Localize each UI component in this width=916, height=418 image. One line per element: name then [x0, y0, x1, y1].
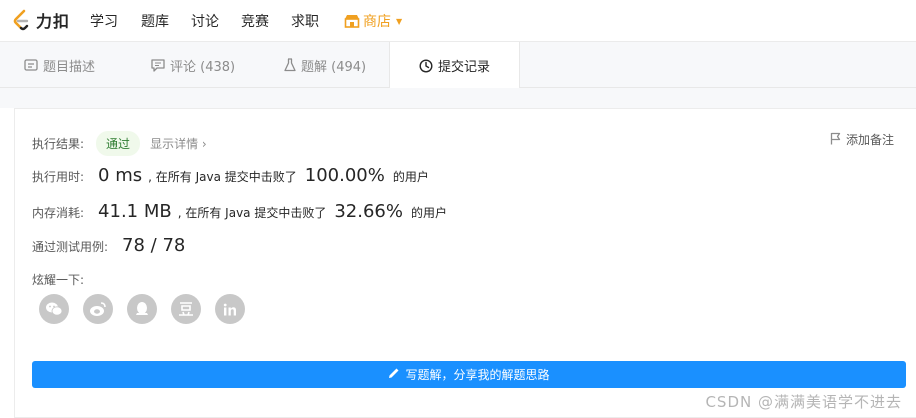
- nav-item-shop[interactable]: 商店 ▼: [344, 11, 402, 31]
- store-icon: [344, 14, 360, 28]
- tab-solutions[interactable]: 题解 (494): [284, 42, 366, 88]
- memory-row: 内存消耗: 41.1 MB , 在所有 Java 提交中击败了 32.66% 的…: [32, 201, 447, 222]
- tests-label: 通过测试用例:: [32, 240, 109, 254]
- runtime-row: 执行用时: 0 ms , 在所有 Java 提交中击败了 100.00% 的用户: [32, 165, 429, 186]
- share-wechat-button[interactable]: [39, 294, 69, 324]
- share-weibo-button[interactable]: [83, 294, 113, 324]
- nav-item-jobs[interactable]: 求职: [291, 11, 319, 31]
- share-linkedin-button[interactable]: [215, 294, 245, 324]
- nav-item-discuss[interactable]: 讨论: [191, 11, 219, 31]
- flag-icon: [830, 132, 841, 148]
- logo-icon: [12, 9, 32, 31]
- clock-icon: [419, 58, 433, 73]
- tab-submissions[interactable]: 提交记录: [389, 42, 520, 89]
- content-gap: [0, 88, 916, 108]
- pencil-icon: [388, 367, 400, 382]
- add-note-label: 添加备注: [845, 133, 894, 147]
- weibo-icon: [89, 301, 107, 317]
- nav-item-learn[interactable]: 学习: [90, 11, 118, 31]
- nav-item-contest[interactable]: 竞赛: [241, 11, 269, 31]
- exec-result-row: 执行结果: 通过 显示详情 ›: [32, 131, 207, 156]
- runtime-text: , 在所有 Java 提交中击败了: [148, 170, 297, 184]
- memory-suffix: 的用户: [410, 206, 447, 220]
- tab-description[interactable]: 题目描述: [24, 42, 95, 88]
- brand-name: 力扣: [36, 12, 71, 31]
- qq-icon: [135, 301, 149, 317]
- shop-label: 商店: [363, 14, 391, 30]
- show-details-link[interactable]: 显示详情 ›: [150, 135, 207, 152]
- memory-percentile: 32.66%: [334, 201, 403, 222]
- leetcode-logo[interactable]: 力扣: [12, 6, 70, 34]
- nav-item-problems[interactable]: 题库: [141, 11, 169, 31]
- add-note-button[interactable]: 添加备注: [830, 131, 894, 148]
- top-nav: 力扣 学习 题库 讨论 竞赛 求职 商店 ▼: [0, 0, 916, 42]
- flask-icon: [284, 58, 296, 72]
- memory-label: 内存消耗:: [32, 206, 85, 220]
- linkedin-icon: [223, 303, 237, 316]
- wechat-icon: [45, 301, 63, 317]
- exec-result-label: 执行结果:: [32, 137, 85, 151]
- tab-label: 提交记录: [437, 60, 490, 75]
- comment-icon: [151, 58, 165, 72]
- runtime-suffix: 的用户: [392, 170, 429, 184]
- memory-text: , 在所有 Java 提交中击败了: [177, 206, 327, 220]
- tests-value: 78 / 78: [122, 235, 186, 256]
- write-solution-button[interactable]: 写题解，分享我的解题思路: [32, 361, 906, 388]
- tests-row: 通过测试用例: 78 / 78: [32, 235, 191, 256]
- status-badge: 通过: [96, 131, 141, 156]
- description-icon: [24, 59, 38, 71]
- tab-label: 评论 (438): [170, 59, 236, 75]
- tab-label: 题目描述: [43, 59, 96, 75]
- tab-label: 题解 (494): [301, 59, 367, 75]
- tab-comments[interactable]: 评论 (438): [151, 42, 235, 88]
- share-douban-button[interactable]: [171, 294, 201, 324]
- tabs-bar: 题目描述 评论 (438) 题解 (494) 提交记录: [0, 42, 916, 89]
- share-qq-button[interactable]: [127, 294, 157, 324]
- watermark: CSDN @满满美语学不进去: [705, 393, 902, 411]
- share-label: 炫耀一下:: [32, 273, 85, 287]
- douban-icon: [178, 301, 194, 317]
- caret-down-icon: ▼: [396, 16, 403, 26]
- write-solution-label: 写题解，分享我的解题思路: [405, 368, 550, 382]
- runtime-value: 0 ms: [98, 165, 143, 186]
- runtime-percentile: 100.00%: [304, 165, 385, 186]
- runtime-label: 执行用时:: [32, 170, 85, 184]
- memory-value: 41.1 MB: [98, 201, 172, 222]
